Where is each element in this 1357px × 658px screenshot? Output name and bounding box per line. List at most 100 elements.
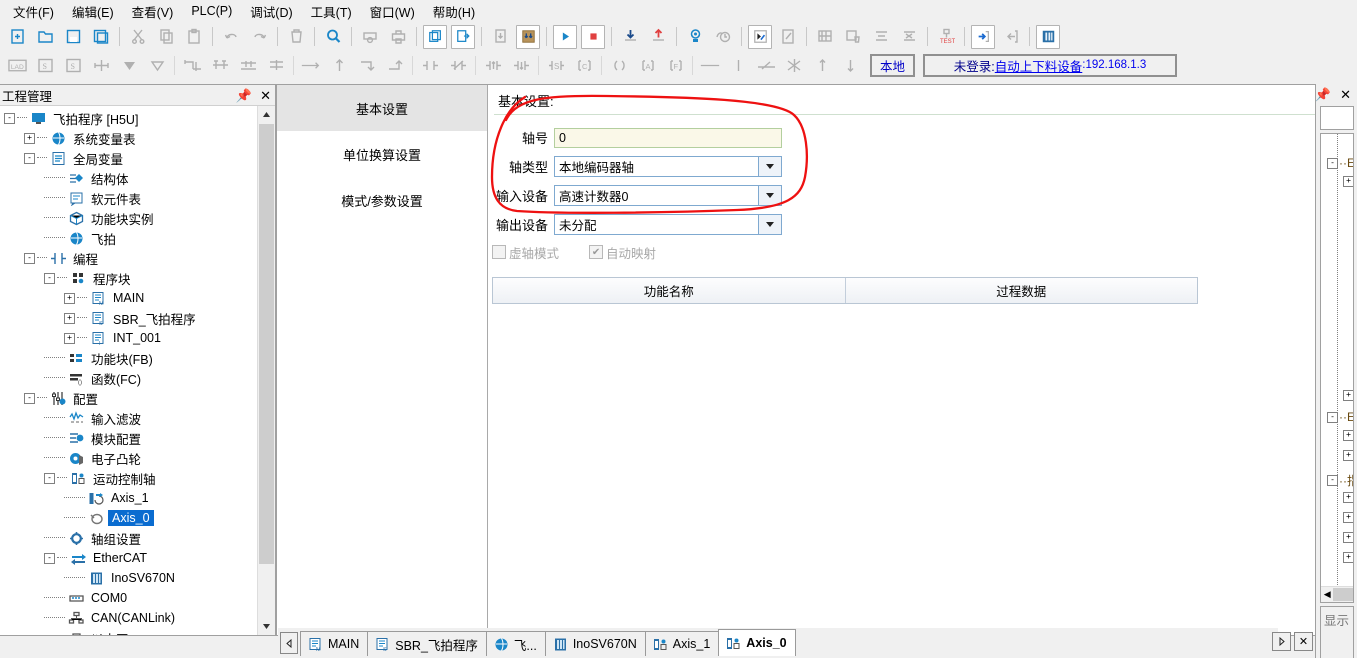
save-all-icon[interactable] xyxy=(89,25,113,49)
tree-expander-icon[interactable]: + xyxy=(24,132,35,144)
move-down-icon[interactable] xyxy=(117,53,141,77)
right-tree-node[interactable]: + xyxy=(1343,390,1353,401)
right-tree-node[interactable]: + xyxy=(1343,176,1353,187)
tree-item-结构体[interactable]: 结构体 xyxy=(0,168,258,188)
tree-item-ethercat[interactable]: - EtherCAT xyxy=(0,548,258,568)
upload-icon[interactable] xyxy=(646,25,670,49)
download-icon[interactable] xyxy=(618,25,642,49)
nav-item-基本设置[interactable]: 基本设置 xyxy=(277,85,487,131)
tree-item-com0[interactable]: COM0 xyxy=(0,588,258,608)
chevron-down-icon[interactable] xyxy=(758,215,781,234)
horiz-line-icon[interactable] xyxy=(299,53,323,77)
right-panel-hscrollbar[interactable]: ◀ xyxy=(1321,586,1353,602)
virtual-axis-checkbox[interactable] xyxy=(492,245,506,259)
run-icon[interactable] xyxy=(553,24,577,49)
tab-scroll-left-button[interactable] xyxy=(280,632,298,654)
download-project-icon[interactable] xyxy=(488,25,512,49)
clock-icon[interactable] xyxy=(711,25,735,49)
compile-all-icon[interactable] xyxy=(451,24,475,49)
rising-edge-icon[interactable] xyxy=(481,53,505,77)
tree-item-配置[interactable]: - 配置 xyxy=(0,388,258,408)
chevron-down-icon[interactable] xyxy=(758,157,781,176)
chevron-down-icon[interactable] xyxy=(758,186,781,205)
output-device-select[interactable]: 未分配 xyxy=(554,214,782,235)
test-usb-icon[interactable]: TEST xyxy=(934,25,958,49)
tree-expander-icon[interactable]: + xyxy=(1343,450,1353,461)
vert-line-icon[interactable] xyxy=(327,53,351,77)
document-tab-InoSV670N[interactable]: InoSV670N xyxy=(544,631,646,656)
new-file-icon[interactable] xyxy=(5,25,29,49)
document-tab-Axis_1[interactable]: Axis_1 xyxy=(644,631,720,656)
tree-expander-icon[interactable]: - xyxy=(24,252,35,264)
tree-item-main[interactable]: + M MAIN xyxy=(0,288,258,308)
delete-wire-icon[interactable] xyxy=(754,53,778,77)
tree-item-输入滤波[interactable]: 输入滤波 xyxy=(0,408,258,428)
tree-item-sbr_飞拍程序[interactable]: + S SBR_飞拍程序 xyxy=(0,308,258,328)
tree-item-int_001[interactable]: + I INT_001 xyxy=(0,328,258,348)
scroll-up-icon[interactable] xyxy=(258,106,275,123)
tab-scroll-right-button[interactable] xyxy=(1272,632,1291,651)
nav-item-模式/参数设置[interactable]: 模式/参数设置 xyxy=(277,177,487,223)
copy-icon[interactable] xyxy=(154,25,178,49)
right-tree-node[interactable]: -··Et xyxy=(1327,410,1353,424)
right-panel-tree[interactable]: -··Et++-··Et++-··指++++ ◀ xyxy=(1320,133,1354,603)
status-connection[interactable]: 未登录: 自动上下料设备:192.168.1.3 xyxy=(923,53,1178,77)
right-tree-node[interactable]: + xyxy=(1343,450,1353,461)
tree-expander-icon[interactable]: + xyxy=(64,312,75,324)
right-tree-node[interactable]: -··指 xyxy=(1327,472,1353,489)
tree-item-功能块实例[interactable]: 功能块实例 xyxy=(0,208,258,228)
tree-item-模块配置[interactable]: 模块配置 xyxy=(0,428,258,448)
input-device-select[interactable]: 高速计数器0 xyxy=(554,185,782,206)
menu-item-debug[interactable]: 调试(D) xyxy=(241,0,301,23)
tree-expander-icon[interactable]: + xyxy=(1343,430,1353,441)
scroll-left-icon[interactable]: ◀ xyxy=(1321,589,1333,600)
close-icon[interactable]: ✕ xyxy=(1340,88,1351,101)
tree-item-系统变量表[interactable]: + 系统变量表 xyxy=(0,128,258,148)
tree-expander-icon[interactable]: - xyxy=(4,112,15,124)
tree-item-运动控制轴[interactable]: - 运动控制轴 xyxy=(0,468,258,488)
crossref-icon[interactable] xyxy=(813,25,837,49)
pin-icon[interactable]: 📌 xyxy=(1316,88,1331,101)
tree-expander-icon[interactable]: - xyxy=(24,152,35,164)
print-icon[interactable] xyxy=(386,25,410,49)
paste-icon[interactable] xyxy=(182,25,206,49)
tree-expander-icon[interactable]: - xyxy=(44,552,55,564)
document-tab-MAIN[interactable]: M MAIN xyxy=(300,631,369,656)
box-f-icon[interactable]: F xyxy=(663,53,687,77)
axis-number-input[interactable]: 0 xyxy=(554,127,782,148)
tree-item-axis_0[interactable]: Axis_0 xyxy=(0,508,258,528)
branch-line-icon[interactable] xyxy=(264,53,288,77)
scrollbar-thumb[interactable] xyxy=(1333,588,1353,601)
right-tree-node[interactable]: + xyxy=(1343,532,1353,543)
tree-expander-icon[interactable]: + xyxy=(1343,552,1353,563)
search-icon[interactable] xyxy=(321,25,345,49)
open-folder-icon[interactable] xyxy=(33,25,57,49)
box-a-icon[interactable]: A xyxy=(635,53,659,77)
column-header-process-data[interactable]: 过程数据 xyxy=(846,278,1198,303)
save-icon[interactable] xyxy=(61,25,85,49)
tree-item-以太网[interactable]: 以太网 xyxy=(0,628,258,635)
tab-close-button[interactable]: ✕ xyxy=(1294,632,1313,651)
sfc-mode-icon[interactable]: S xyxy=(61,53,85,77)
axis-type-select[interactable]: 本地编码器轴 xyxy=(554,156,782,177)
compile-icon[interactable] xyxy=(423,24,447,49)
tree-item-函数-fc-[interactable]: () 函数(FC) xyxy=(0,368,258,388)
cut-icon[interactable] xyxy=(126,25,150,49)
module-icon[interactable] xyxy=(1036,24,1060,49)
tree-item-飞拍[interactable]: 飞拍 xyxy=(0,228,258,248)
tree-item-全局变量[interactable]: - 全局变量 xyxy=(0,148,258,168)
stl-mode-icon[interactable]: S xyxy=(33,53,57,77)
branch-up-icon[interactable] xyxy=(208,53,232,77)
branch-merge-icon[interactable] xyxy=(236,53,260,77)
tree-expander-icon[interactable]: - xyxy=(44,472,55,484)
tree-expander-icon[interactable]: - xyxy=(1327,411,1338,423)
right-tree-node[interactable]: + xyxy=(1343,492,1353,503)
document-tab-Axis_0[interactable]: Axis_0 xyxy=(718,629,796,656)
insert-row-icon[interactable] xyxy=(89,53,113,77)
set-coil-icon[interactable]: S xyxy=(544,53,568,77)
menu-item-window[interactable]: 窗口(W) xyxy=(361,0,424,23)
tree-expander-icon[interactable]: + xyxy=(1343,176,1353,187)
tree-item-软元件表[interactable]: 软元件表 xyxy=(0,188,258,208)
tree-item-飞拍程序-h5u-[interactable]: - 飞拍程序 [H5U] xyxy=(0,108,258,128)
arrow-down-icon[interactable] xyxy=(838,53,862,77)
